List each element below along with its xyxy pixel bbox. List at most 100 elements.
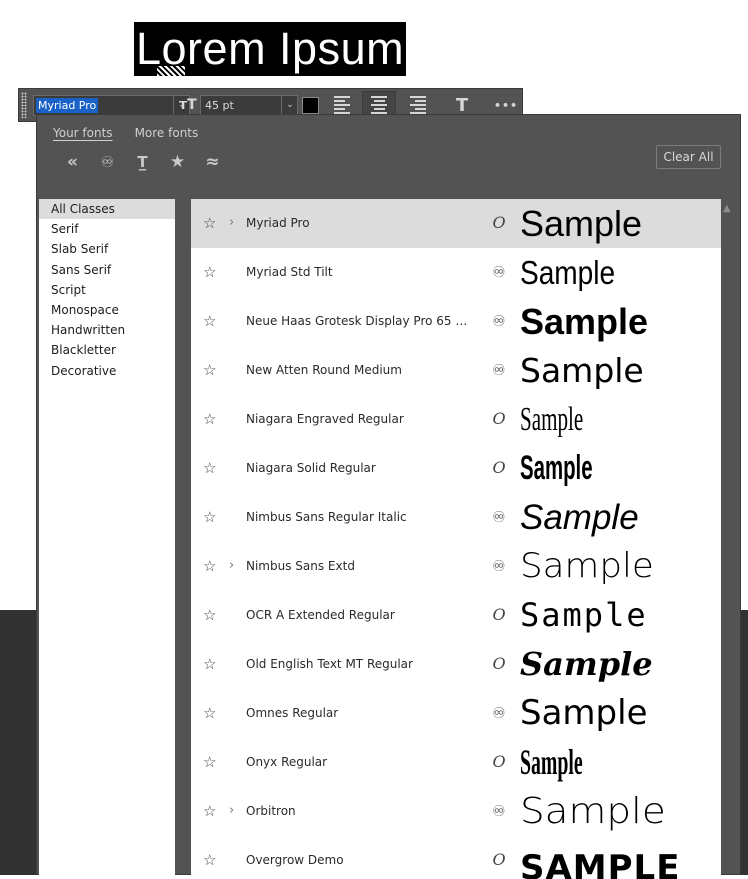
font-row[interactable]: ☆ Onyx Regular O Sample xyxy=(191,738,721,787)
filter-toolbar: « ♾ T̲ ★ ≈ xyxy=(55,151,230,173)
creative-cloud-icon: ♾ xyxy=(492,508,506,526)
font-name: Neue Haas Grotesk Display Pro 65 Medium xyxy=(246,314,476,328)
favorite-star-icon[interactable]: ☆ xyxy=(203,263,216,281)
favorite-star-icon[interactable]: ☆ xyxy=(203,655,216,673)
font-row[interactable]: ☆ Myriad Std Tilt ♾ Sample xyxy=(191,248,721,297)
creative-cloud-icon: ♾ xyxy=(492,802,506,820)
font-row[interactable]: ☆ Overgrow Demo O SAMPLE xyxy=(191,836,721,879)
opentype-icon: O xyxy=(492,752,506,771)
font-row[interactable]: ☆ Nimbus Sans Regular Italic ♾ Sample xyxy=(191,493,721,542)
font-sample: Sample xyxy=(520,254,616,291)
font-row[interactable]: ☆ Omnes Regular ♾ Sample xyxy=(191,689,721,738)
class-item-monospace[interactable]: Monospace xyxy=(39,300,175,320)
font-sample: Sample xyxy=(520,401,584,438)
font-source-tabs: Your fonts More fonts xyxy=(53,126,198,140)
text-color-swatch[interactable] xyxy=(302,97,319,114)
favorite-star-icon[interactable]: ☆ xyxy=(203,508,216,526)
font-family-field[interactable]: Myriad Pro ⌄ xyxy=(33,95,190,116)
opentype-icon: O xyxy=(492,605,506,624)
favorites-star-icon[interactable]: ★ xyxy=(160,151,195,173)
font-name: Niagara Engraved Regular xyxy=(246,412,404,426)
text-cursor-indicator xyxy=(157,66,185,76)
class-item-serif[interactable]: Serif xyxy=(39,219,175,239)
font-class-list: All Classes Serif Slab Serif Sans Serif … xyxy=(39,199,175,879)
creative-cloud-icon: ♾ xyxy=(492,704,506,722)
tab-more-fonts[interactable]: More fonts xyxy=(135,126,199,140)
font-sample: Sample xyxy=(520,596,648,634)
expand-family-icon[interactable]: › xyxy=(229,214,234,232)
tab-your-fonts[interactable]: Your fonts xyxy=(53,126,113,140)
font-size-value: 45 pt xyxy=(205,99,234,112)
creative-cloud-icon: ♾ xyxy=(492,263,506,281)
font-row[interactable]: ☆ New Atten Round Medium ♾ Sample xyxy=(191,346,721,395)
font-row[interactable]: ☆ › Orbitron ♾ Sample xyxy=(191,787,721,836)
class-item-decorative[interactable]: Decorative xyxy=(39,361,175,381)
font-sample: Sample xyxy=(520,693,648,733)
font-name: Myriad Pro xyxy=(246,216,310,230)
font-sample: Sample xyxy=(520,742,583,782)
favorite-star-icon[interactable]: ☆ xyxy=(203,753,216,771)
visually-similar-icon[interactable]: ≈ xyxy=(195,151,230,173)
opentype-icon: O xyxy=(492,458,506,477)
font-list: ☆ › Myriad Pro O Sample ☆ Myriad Std Til… xyxy=(191,199,721,879)
favorite-star-icon[interactable]: ☆ xyxy=(203,557,216,575)
font-size-icon: ᴛT xyxy=(179,97,197,113)
expand-family-icon[interactable]: › xyxy=(229,802,234,820)
font-row[interactable]: ☆ › Myriad Pro O Sample xyxy=(191,199,721,248)
font-row[interactable]: ☆ Neue Haas Grotesk Display Pro 65 Mediu… xyxy=(191,297,721,346)
font-sample: Sample xyxy=(520,301,649,342)
font-sample: SAMPLE xyxy=(520,848,681,879)
class-item-script[interactable]: Script xyxy=(39,280,175,300)
font-row[interactable]: ☆ Old English Text MT Regular O Sample xyxy=(191,640,721,689)
toolbar-drag-handle[interactable] xyxy=(21,92,27,118)
scroll-up-icon[interactable]: ▲ xyxy=(723,203,731,214)
chevron-down-icon[interactable]: ⌄ xyxy=(281,96,298,115)
favorite-star-icon[interactable]: ☆ xyxy=(203,851,216,869)
font-name: Nimbus Sans Extd xyxy=(246,559,355,573)
class-item-blackletter[interactable]: Blackletter xyxy=(39,340,175,360)
class-item-all-classes[interactable]: All Classes xyxy=(39,199,175,220)
align-right-icon xyxy=(410,96,426,114)
opentype-icon: O xyxy=(492,654,506,673)
font-family-value: Myriad Pro xyxy=(36,98,99,113)
font-name: Nimbus Sans Regular Italic xyxy=(246,510,407,524)
align-left-icon xyxy=(334,96,350,114)
font-name: Onyx Regular xyxy=(246,755,328,769)
font-name: Myriad Std Tilt xyxy=(246,265,333,279)
favorite-star-icon[interactable]: ☆ xyxy=(203,361,216,379)
font-name: Niagara Solid Regular xyxy=(246,461,376,475)
class-item-handwritten[interactable]: Handwritten xyxy=(39,320,175,340)
font-sample: Sample xyxy=(520,546,654,586)
font-name: New Atten Round Medium xyxy=(246,363,402,377)
favorite-star-icon[interactable]: ☆ xyxy=(203,312,216,330)
class-item-sans-serif[interactable]: Sans Serif xyxy=(39,260,175,280)
favorite-star-icon[interactable]: ☆ xyxy=(203,214,216,232)
font-row[interactable]: ☆ › Nimbus Sans Extd ♾ Sample xyxy=(191,542,721,591)
favorite-star-icon[interactable]: ☆ xyxy=(203,459,216,477)
creative-cloud-icon: ♾ xyxy=(492,557,506,575)
creative-cloud-icon: ♾ xyxy=(492,312,506,330)
font-name: Overgrow Demo xyxy=(246,853,344,867)
favorite-star-icon[interactable]: ☆ xyxy=(203,802,216,820)
clear-all-button[interactable]: Clear All xyxy=(656,145,721,169)
favorite-star-icon[interactable]: ☆ xyxy=(203,410,216,428)
class-item-slab-serif[interactable]: Slab Serif xyxy=(39,239,175,259)
opentype-icon: O xyxy=(492,409,506,428)
collapse-icon[interactable]: « xyxy=(55,151,90,173)
creative-cloud-icon: ♾ xyxy=(492,361,506,379)
creative-cloud-icon[interactable]: ♾ xyxy=(90,151,125,173)
expand-family-icon[interactable]: › xyxy=(229,557,234,575)
font-name: OCR A Extended Regular xyxy=(246,608,395,622)
font-row[interactable]: ☆ Niagara Engraved Regular O Sample xyxy=(191,395,721,444)
favorite-star-icon[interactable]: ☆ xyxy=(203,704,216,722)
font-sample: Sample xyxy=(520,351,644,390)
align-center-icon xyxy=(371,96,387,114)
font-row[interactable]: ☆ OCR A Extended Regular O Sample xyxy=(191,591,721,640)
font-size-field[interactable]: 45 pt ⌄ xyxy=(200,95,298,116)
more-icon: ••• xyxy=(493,98,519,112)
warp-text-icon: T xyxy=(455,94,469,116)
font-row[interactable]: ☆ Niagara Solid Regular O Sample xyxy=(191,444,721,493)
font-name: Omnes Regular xyxy=(246,706,339,720)
favorite-star-icon[interactable]: ☆ xyxy=(203,606,216,624)
similar-fonts-icon[interactable]: T̲ xyxy=(125,151,160,173)
